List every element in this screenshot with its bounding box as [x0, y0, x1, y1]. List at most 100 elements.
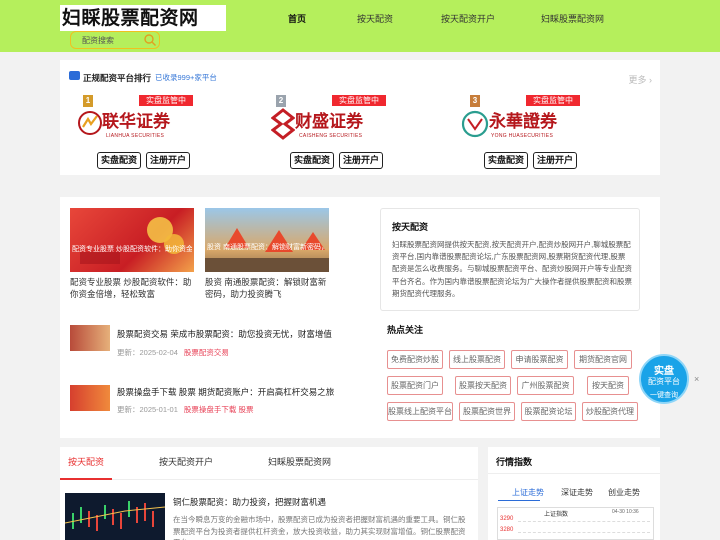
broker-card: 3 实盘监管中 永華證券 YONG HUASECURITIES 实盘配资 注册开… — [457, 95, 582, 173]
ranking-more-link[interactable]: 更多 › — [628, 73, 652, 86]
status-badge: 实盘监管中 — [139, 95, 193, 106]
register-button[interactable]: 注册开户 — [533, 152, 577, 169]
broker-name-en: CAISHENG SECURITIES — [299, 133, 363, 139]
list-thumbnail[interactable] — [70, 325, 110, 351]
site-header: 妇睬股票配资网 首页 按天配资 按天配资开户 妇睬股票配资网 — [0, 0, 720, 52]
hot-tag[interactable]: 广州股票配资 — [517, 376, 574, 395]
chevron-right-icon: › — [649, 75, 652, 85]
search-input[interactable] — [71, 32, 141, 48]
stock-chart-image — [65, 501, 165, 531]
hot-tag[interactable]: 股票配资论坛 — [521, 402, 576, 421]
ranking-title: 正规配资平台排行 — [83, 73, 152, 83]
hot-tag[interactable]: 股票配资门户 — [387, 376, 443, 395]
about-box: 按天配资 妇睬股票配资网提供按天配资,按天配资开户,配资炒股网开户,聊城股票配资… — [380, 208, 640, 311]
index-mini-chart: 上证指数 04-30 10:36 3290 3280 — [497, 507, 654, 540]
margin-button[interactable]: 实盘配资 — [484, 152, 528, 169]
ranking-icon — [69, 71, 80, 80]
chart-gridline — [518, 521, 650, 522]
nav-daily-margin-account[interactable]: 按天配资开户 — [441, 12, 495, 25]
hot-tag[interactable]: 按天配资 — [587, 376, 629, 395]
market-divider — [488, 473, 660, 474]
hot-tag[interactable]: 炒股配资代理 — [582, 402, 638, 421]
register-button[interactable]: 注册开户 — [146, 152, 190, 169]
article-title[interactable]: 铜仁股票配资：助力投资，把握财富机遇 — [173, 496, 326, 508]
nav-daily-margin[interactable]: 按天配资 — [357, 12, 393, 25]
status-badge: 实盘监管中 — [332, 95, 386, 106]
list-item-meta: 更新：2025-02-04 股票配资交易 — [117, 348, 229, 357]
tab-shenzhen[interactable]: 深证走势 — [561, 487, 593, 498]
hot-tag[interactable]: 股票按天配资 — [455, 376, 511, 395]
chart-value: 3280 — [500, 527, 514, 533]
broker-name-en: YONG HUASECURITIES — [491, 133, 554, 139]
float-ad-line3: 一键查询 — [650, 392, 678, 399]
tab-daily-margin[interactable]: 按天配资 — [68, 455, 104, 468]
search-box — [70, 31, 160, 49]
article-desc: 在当今瞬息万变的金融市场中，股票配资已成为投资者把握财富机遇的重要工具。铜仁股票… — [173, 515, 466, 540]
active-tab-indicator — [60, 478, 112, 480]
margin-button[interactable]: 实盘配资 — [290, 152, 334, 169]
hot-tag[interactable]: 线上股票配资 — [449, 350, 505, 369]
broker-card: 1 实盘监管中 联华证券 LIANHUA SECURITIES 实盘配资 注册开… — [70, 95, 195, 173]
margin-button[interactable]: 实盘配资 — [97, 152, 141, 169]
tab-daily-margin-account[interactable]: 按天配资开户 — [159, 455, 213, 468]
road-signs-image — [205, 228, 329, 272]
broker-name-en: LIANHUA SECURITIES — [106, 133, 165, 139]
search-icon[interactable] — [143, 33, 157, 47]
about-text: 妇睬股票配资网提供按天配资,按天配资开户,配资炒股网开户,聊城股票配资平台,国内… — [392, 240, 632, 298]
caisheng-logo-icon — [271, 108, 295, 140]
featured-title[interactable]: 股资 南通股票配资：解锁财富新密码，助力投资腾飞 — [205, 276, 329, 300]
broker-logo[interactable]: 联华证券 LIANHUA SECURITIES — [78, 107, 188, 145]
market-index: 行情指数 上证走势 深证走势 创业走势 上证指数 04-30 10:36 329… — [488, 447, 660, 540]
nav-home[interactable]: 首页 — [288, 12, 306, 25]
active-tab-indicator — [498, 500, 540, 501]
broker-card: 2 实盘监管中 财盛证券 CAISHENG SECURITIES 实盘配资 注册… — [263, 95, 388, 173]
broker-name: 联华证券 — [102, 112, 170, 132]
broker-logo[interactable]: 财盛证券 CAISHENG SECURITIES — [271, 107, 381, 145]
rank-medal: 1 — [83, 95, 93, 107]
news-section: 配资专业股票 炒股配资软件：助你资金倍增，轻松致富 配资专业股票 炒股配资软件：… — [60, 197, 660, 438]
article-thumbnail[interactable] — [65, 493, 165, 540]
tab-shanghai[interactable]: 上证走势 — [512, 487, 544, 498]
featured-title[interactable]: 配资专业股票 炒股配资软件：助你资金倍增，轻松致富 — [70, 276, 194, 300]
broker-name: 永華證券 — [489, 112, 557, 132]
hot-tag[interactable]: 申请股票配资 — [511, 350, 568, 369]
list-item-meta: 更新：2025-01-01 股票操盘手下载 股票 — [117, 405, 254, 414]
list-item-tag[interactable]: 股票操盘手下载 股票 — [184, 405, 254, 414]
hot-title: 热点关注 — [387, 325, 424, 335]
list-thumbnail[interactable] — [70, 385, 110, 411]
featured-caption: 配资专业股票 炒股配资软件：助你资金倍增，轻松致富 — [72, 246, 192, 253]
featured-image[interactable]: 股资 南通股票配资：解锁财富新密码，助力投资腾飞 — [205, 208, 329, 272]
chart-gridline — [518, 532, 650, 533]
main-nav: 首页 按天配资 按天配资开户 妇睬股票配资网 — [0, 12, 720, 26]
close-icon[interactable]: × — [694, 374, 699, 384]
list-item-title[interactable]: 股票操盘手下载 股票 期货配资账户：开启高杠杆交易之旅 — [117, 386, 334, 398]
chart-name: 上证指数 — [544, 512, 569, 518]
chart-value: 3290 — [500, 516, 514, 522]
featured-image[interactable]: 配资专业股票 炒股配资软件：助你资金倍增，轻松致富 — [70, 208, 194, 272]
register-button[interactable]: 注册开户 — [339, 152, 383, 169]
featured-caption: 股资 南通股票配资：解锁财富新密码，助力投资腾飞 — [207, 244, 327, 251]
chart-time: 04-30 10:36 — [612, 509, 639, 515]
hot-tag[interactable]: 免费配资炒股 — [387, 350, 443, 369]
hot-tag[interactable]: 股票线上配资平台 — [387, 402, 453, 421]
hot-tag[interactable]: 股票配资世界 — [459, 402, 515, 421]
broker-name: 财盛证券 — [295, 112, 363, 132]
list-item-tag[interactable]: 股票配资交易 — [184, 348, 229, 357]
list-item-title[interactable]: 股票配资交易 荣成市股票配资：助您投资无忧，财富增值 — [117, 328, 332, 340]
tab-chinext[interactable]: 创业走势 — [608, 487, 640, 498]
nav-site-name[interactable]: 妇睬股票配资网 — [541, 12, 604, 25]
tab-site-name[interactable]: 妇睬股票配资网 — [268, 455, 331, 468]
market-title: 行情指数 — [496, 457, 533, 467]
tab-divider — [60, 479, 478, 480]
yonghua-logo-icon — [461, 110, 489, 138]
rank-medal: 3 — [470, 95, 480, 107]
floating-ad[interactable]: 实盘 配资平台 一键查询 — [639, 354, 689, 404]
lianhua-logo-icon — [78, 111, 102, 135]
broker-logo[interactable]: 永華證券 YONG HUASECURITIES — [461, 107, 571, 145]
hot-tag[interactable]: 期货配资官网 — [574, 350, 632, 369]
ranking-count: 已收录999+家平台 — [155, 73, 217, 82]
coins-image — [80, 217, 184, 264]
status-badge: 实盘监管中 — [526, 95, 580, 106]
article-tabs: 按天配资 按天配资开户 妇睬股票配资网 铜仁股票配资：助力投资，把握财富机遇 在… — [60, 447, 478, 540]
rank-medal: 2 — [276, 95, 286, 107]
